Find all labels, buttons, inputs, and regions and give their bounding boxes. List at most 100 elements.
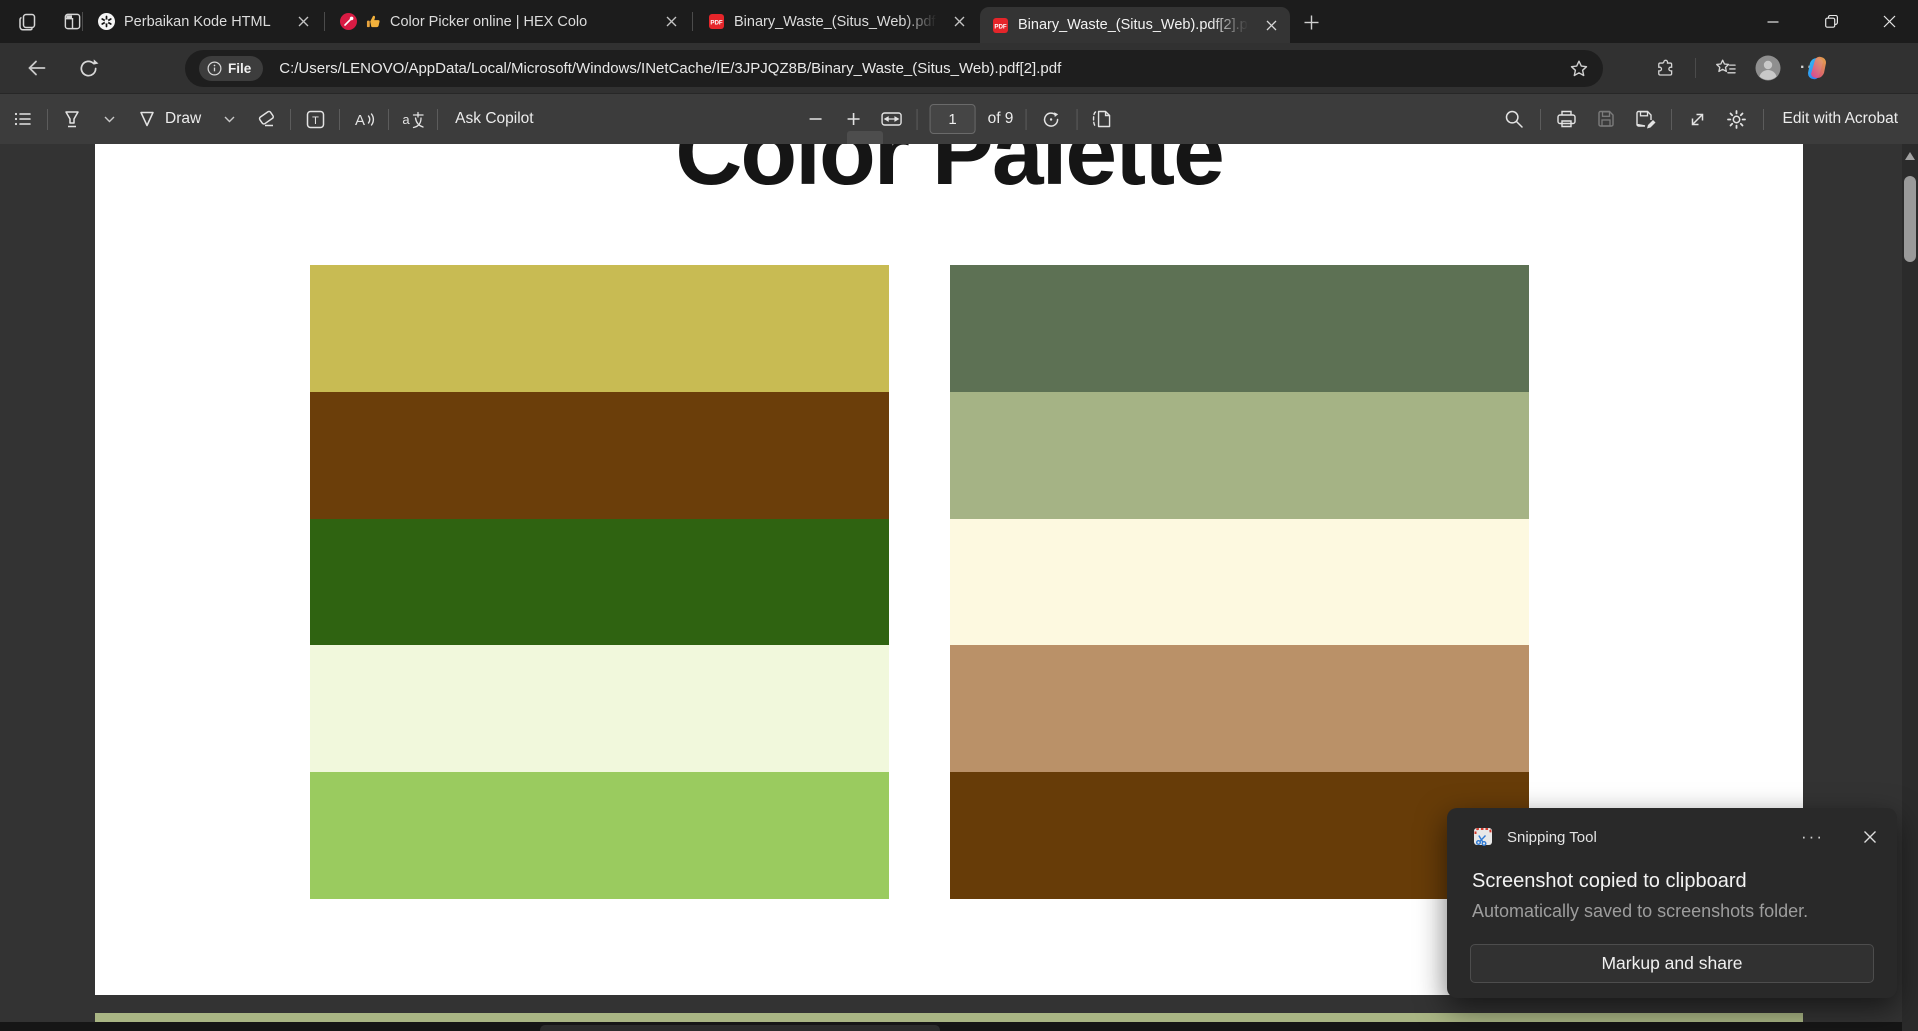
copilot-button[interactable]	[1804, 43, 1830, 93]
tab-close-button[interactable]	[294, 13, 312, 31]
page-view-button[interactable]	[1089, 103, 1115, 135]
chatgpt-icon	[98, 13, 115, 30]
color-swatch	[310, 519, 889, 646]
back-button[interactable]	[26, 57, 48, 79]
color-swatch	[950, 645, 1529, 772]
toolbar-separator	[437, 109, 438, 130]
search-document-button[interactable]	[1501, 103, 1527, 135]
color-swatch	[310, 772, 889, 899]
color-swatch	[310, 645, 889, 772]
tab-title: Binary_Waste_(Situs_Web).pdf[1].p	[734, 14, 941, 30]
translate-button[interactable]: a	[400, 103, 426, 135]
color-swatch	[950, 772, 1529, 899]
expand-button[interactable]	[1685, 103, 1711, 135]
viewer-bottom-gap	[0, 1022, 1902, 1031]
copilot-icon	[1804, 55, 1830, 81]
rotate-button[interactable]	[1038, 103, 1064, 135]
pdf-icon: PDF	[708, 13, 725, 30]
save-button-disabled[interactable]	[1593, 103, 1619, 135]
restore-button[interactable]	[1802, 0, 1860, 43]
url-text[interactable]: C:/Users/LENOVO/AppData/Local/Microsoft/…	[279, 60, 1561, 77]
toolbar-separator	[388, 109, 389, 130]
print-icon	[1556, 109, 1577, 129]
read-aloud-button[interactable]: A	[351, 103, 377, 135]
save-as-button[interactable]	[1632, 103, 1658, 135]
star-icon	[1569, 59, 1589, 79]
close-icon	[1883, 15, 1896, 28]
scrollbar-thumb[interactable]	[1904, 176, 1916, 262]
table-of-contents-icon	[13, 109, 33, 129]
text-box-icon: T	[305, 109, 326, 130]
edit-with-acrobat-button[interactable]: Edit with Acrobat	[1777, 103, 1904, 135]
tab-close-button[interactable]	[662, 13, 680, 31]
minimize-button[interactable]	[1744, 0, 1802, 43]
table-of-contents-button[interactable]	[10, 103, 36, 135]
notification-app-name: Snipping Tool	[1507, 829, 1788, 846]
fit-to-width-icon	[881, 110, 903, 128]
notification-more-button[interactable]: ···	[1801, 827, 1824, 847]
markup-and-share-button[interactable]: Markup and share	[1470, 944, 1874, 983]
minimize-icon	[1767, 16, 1779, 28]
tab-perbaikan-kode-html[interactable]: Perbaikan Kode HTML	[86, 0, 322, 43]
scroll-up-arrow-icon[interactable]	[1905, 152, 1915, 160]
profile-avatar[interactable]	[1755, 55, 1781, 81]
highlight-button[interactable]	[59, 103, 85, 135]
favorites-button[interactable]	[1715, 58, 1736, 78]
toolbar-separator	[339, 109, 340, 130]
toolbar-separator	[1671, 109, 1672, 130]
extensions-button[interactable]	[1656, 58, 1676, 78]
toolbar-separator	[1540, 109, 1541, 130]
new-tab-button[interactable]	[1296, 8, 1326, 36]
refresh-icon	[78, 58, 99, 79]
tab-layout-icon	[63, 12, 82, 31]
ask-copilot-label: Ask Copilot	[455, 110, 533, 128]
pdf-settings-button[interactable]	[1724, 103, 1750, 135]
draw-pen-icon	[137, 109, 157, 129]
draw-button[interactable]: Draw	[133, 103, 205, 135]
zoom-out-button[interactable]	[803, 103, 829, 135]
minus-icon	[809, 112, 823, 126]
file-badge-label: File	[228, 61, 251, 76]
color-swatch	[310, 392, 889, 519]
plus-icon	[847, 112, 861, 126]
tab-color-picker[interactable]: Color Picker online | HEX Colo	[328, 0, 690, 43]
print-button[interactable]	[1554, 103, 1580, 135]
restore-icon	[1825, 15, 1838, 28]
workspaces-button[interactable]	[14, 8, 42, 36]
toolbar-separator	[47, 109, 48, 130]
ask-copilot-button[interactable]: Ask Copilot	[449, 103, 539, 135]
snipping-tool-notification: Snipping Tool ··· Screenshot copied to c…	[1447, 808, 1897, 998]
toolbar-separator	[917, 109, 918, 130]
eraser-icon	[255, 108, 277, 130]
svg-text:T: T	[312, 114, 319, 126]
favorites-star-list-icon	[1715, 58, 1736, 78]
draw-label: Draw	[165, 110, 201, 128]
add-text-button[interactable]: T	[302, 103, 328, 135]
draw-dropdown[interactable]	[216, 103, 242, 135]
tab-pdf-1[interactable]: PDF Binary_Waste_(Situs_Web).pdf[1].p	[696, 0, 978, 43]
thumbs-up-icon	[366, 14, 381, 29]
pdf-toolbar: Draw T A	[0, 93, 1918, 144]
tab-close-button[interactable]	[1262, 16, 1280, 34]
erase-button[interactable]	[253, 103, 279, 135]
bottom-float-bar	[540, 1025, 940, 1031]
tab-pdf-2-active[interactable]: PDF Binary_Waste_(Situs_Web).pdf[2].p	[980, 7, 1290, 43]
read-aloud-icon: A	[353, 109, 376, 130]
vertical-scrollbar[interactable]	[1902, 144, 1918, 1031]
svg-text:a: a	[403, 112, 411, 127]
refresh-button[interactable]	[78, 58, 99, 79]
fit-to-width-button[interactable]	[879, 103, 905, 135]
file-badge[interactable]: File	[199, 56, 263, 81]
page-view-icon	[1091, 109, 1113, 129]
gear-icon	[1726, 109, 1747, 130]
highlight-dropdown[interactable]	[96, 103, 122, 135]
tab-close-button[interactable]	[950, 13, 968, 31]
bookmark-button[interactable]	[1569, 59, 1589, 79]
close-window-button[interactable]	[1860, 0, 1918, 43]
pdf-page-title: Color Palette	[95, 144, 1803, 199]
edit-with-acrobat-label: Edit with Acrobat	[1783, 110, 1898, 128]
expand-diagonal-icon	[1688, 110, 1707, 129]
page-number-input[interactable]	[930, 104, 976, 134]
url-bar[interactable]: File C:/Users/LENOVO/AppData/Local/Micro…	[185, 50, 1603, 87]
notification-close-button[interactable]	[1863, 830, 1877, 844]
